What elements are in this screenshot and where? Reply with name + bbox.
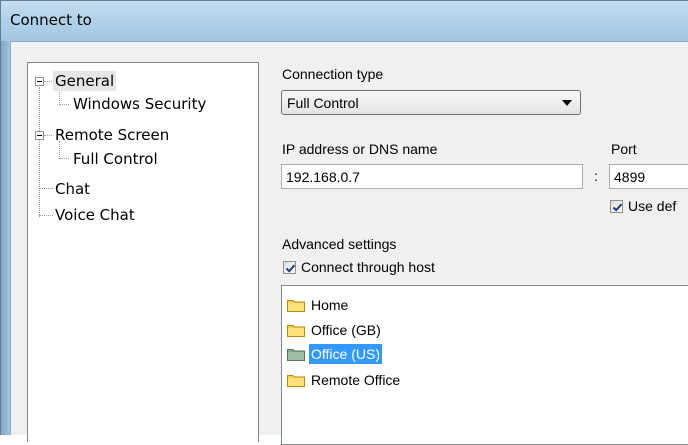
collapse-icon[interactable] [35,131,44,140]
dropdown-arrow-icon [562,100,572,106]
port-value: 4899 [614,169,646,185]
list-item-label: Office (US) [309,344,382,364]
connection-type-select[interactable]: Full Control [281,90,581,115]
tree-line [44,135,52,136]
port-separator: : [594,168,598,184]
list-item-label: Office (GB) [311,322,381,338]
tree-item-windows-security[interactable]: Windows Security [71,94,208,114]
folder-icon [287,349,305,361]
tree-line [39,188,53,189]
address-input[interactable]: 192.168.0.7 [281,164,583,189]
use-default-label: Use def [628,198,677,214]
use-default-checkbox[interactable] [610,200,623,213]
port-input[interactable]: 4899 [609,164,688,189]
folder-icon [287,375,305,387]
tree-item-general[interactable]: General [53,71,117,91]
tree-line [39,87,40,217]
list-item-label: Home [311,297,349,313]
port-label: Port [611,141,637,157]
folder-icon [287,325,305,337]
settings-tree[interactable]: General Windows Security Remote Screen F… [27,62,259,442]
tree-item-chat[interactable]: Chat [53,179,92,199]
advanced-settings-label: Advanced settings [282,236,397,252]
window-title: Connect to [10,11,92,29]
address-label: IP address or DNS name [282,141,438,157]
address-value: 192.168.0.7 [286,169,360,185]
tree-item-voice-chat[interactable]: Voice Chat [53,205,137,225]
list-item-label: Remote Office [311,372,401,388]
tree-line [39,215,53,216]
tree-item-full-control[interactable]: Full Control [71,149,160,169]
tree-line [59,158,69,159]
tree-line [59,104,69,105]
connect-through-host-label: Connect through host [301,259,435,275]
connection-type-label: Connection type [282,66,384,82]
folder-icon [287,300,305,312]
checkmark-icon [285,264,296,273]
connect-through-host-checkbox[interactable] [283,261,296,274]
tree-item-remote-screen[interactable]: Remote Screen [53,125,171,145]
title-bar[interactable]: Connect to [1,1,688,41]
host-list[interactable]: Home Office (GB) Office (US) Remote Offi… [281,285,688,445]
collapse-icon[interactable] [35,77,44,86]
tree-line [44,81,52,82]
checkmark-icon [612,203,623,212]
connection-type-value: Full Control [287,95,359,111]
